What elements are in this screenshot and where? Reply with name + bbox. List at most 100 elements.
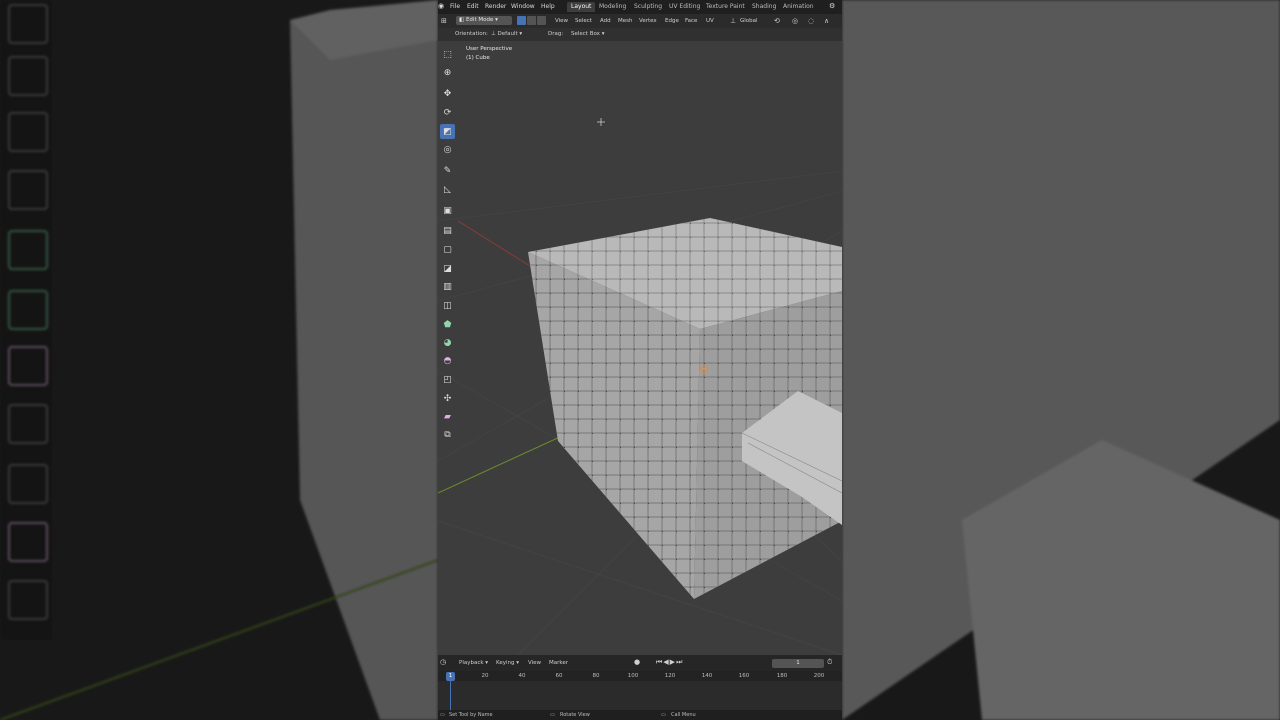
timeline-header: ◷ Playback ▾ Keying ▾ View Marker ● ⏮◀▶⏭… <box>438 655 842 671</box>
ruler-tick: 60 <box>555 673 563 679</box>
spin-tool-icon[interactable]: ◕ <box>440 335 455 350</box>
scale-tool-icon[interactable]: ◩ <box>440 124 455 139</box>
playback-controls-icon[interactable]: ⏮◀▶⏭ <box>656 658 683 667</box>
transform-tool-icon[interactable]: ◎ <box>440 142 455 157</box>
menu-file[interactable]: File <box>450 3 460 10</box>
knife-tool-icon[interactable]: ◫ <box>440 298 455 313</box>
pivot-icon[interactable]: ⟲ <box>774 17 780 25</box>
inset-faces-tool-icon[interactable]: ▢ <box>440 242 455 257</box>
rip-region-tool-icon[interactable]: ⧉ <box>440 427 455 442</box>
mode-dropdown[interactable]: ◧ Edit Mode ▾ <box>456 16 512 25</box>
editor-type-icon[interactable]: ⊞ <box>441 17 447 25</box>
drag-dropdown[interactable]: Select Box ▾ <box>571 31 604 37</box>
blender-logo-icon[interactable]: ◉ <box>438 2 444 10</box>
tab-texture-paint[interactable]: Texture Paint <box>706 3 745 10</box>
cursor-tool-icon[interactable]: ⊕ <box>440 65 455 80</box>
extrude-region-tool-icon[interactable]: ▤ <box>440 223 455 238</box>
smooth-tool-icon[interactable]: ◓ <box>440 353 455 368</box>
record-icon[interactable]: ● <box>634 658 640 666</box>
menu-mesh[interactable]: Mesh <box>618 18 632 24</box>
background-right-blur <box>842 0 1280 720</box>
timeline-menu-keying[interactable]: Keying ▾ <box>496 660 519 666</box>
edge-select-button[interactable] <box>527 16 536 25</box>
tab-shading[interactable]: Shading <box>752 3 776 10</box>
orientation-value: Default <box>497 31 518 37</box>
vertex-select-button[interactable] <box>517 16 526 25</box>
playhead-line[interactable] <box>450 681 451 710</box>
poly-build-tool-icon[interactable]: ⬟ <box>440 317 455 332</box>
mouse-left-icon: ▭ <box>440 712 445 718</box>
timeline-menu-playback[interactable]: Playback ▾ <box>459 660 488 666</box>
ruler-tick: 140 <box>701 673 713 679</box>
menu-view[interactable]: View <box>555 18 568 24</box>
viewport-perspective-label: User Perspective <box>466 46 513 52</box>
ruler-tick: 20 <box>481 673 489 679</box>
face-select-button[interactable] <box>537 16 546 25</box>
viewport-scene[interactable] <box>438 41 842 655</box>
select-box-tool-icon[interactable]: ⬚ <box>440 47 455 62</box>
tab-modeling[interactable]: Modeling <box>599 3 626 10</box>
menu-render[interactable]: Render <box>485 3 506 10</box>
orientation-icon: ⊥ <box>730 17 737 25</box>
orientation-dropdown[interactable]: ⊥ Default ▾ <box>491 31 522 37</box>
menu-edge[interactable]: Edge <box>665 18 679 24</box>
shrink-fatten-tool-icon[interactable]: ✣ <box>440 391 455 406</box>
bg-tool-icon <box>8 522 48 562</box>
bg-tool-icon <box>8 580 48 620</box>
menu-add[interactable]: Add <box>600 18 611 24</box>
snap-icon[interactable]: ◎ <box>792 17 798 25</box>
bevel-tool-icon[interactable]: ◪ <box>440 261 455 276</box>
mouse-right-icon: ▭ <box>661 712 666 718</box>
menu-select[interactable]: Select <box>575 18 592 24</box>
status-hint-3: Call Menu <box>671 712 696 718</box>
bg-tool-icon <box>8 290 48 330</box>
playhead-frame-badge[interactable]: 1 <box>446 672 455 681</box>
bg-tool-icon <box>8 4 48 44</box>
x-axis-line <box>457 220 539 272</box>
timeline-editor-type-icon[interactable]: ◷ <box>440 658 446 666</box>
menu-window[interactable]: Window <box>511 3 535 10</box>
keying-label: Keying <box>496 660 515 666</box>
3d-viewport[interactable]: User Perspective (1) Cube <box>438 41 842 655</box>
menu-face[interactable]: Face <box>685 18 697 24</box>
timeline-menu-marker[interactable]: Marker <box>549 660 568 666</box>
annotate-tool-icon[interactable]: ✎ <box>440 163 455 178</box>
proportional-edit-icon[interactable]: ◌ <box>808 17 814 25</box>
background-toolbar-strip <box>0 0 52 640</box>
shear-tool-icon[interactable]: ▰ <box>440 409 455 424</box>
menu-uv[interactable]: UV <box>706 18 714 24</box>
falloff-icon[interactable]: ∧ <box>824 17 829 25</box>
ruler-tick: 120 <box>664 673 676 679</box>
scene-icon[interactable]: ⚙ <box>829 2 835 10</box>
timer-icon[interactable]: ⏱ <box>827 658 832 667</box>
menu-help[interactable]: Help <box>541 3 555 10</box>
add-cube-tool-icon[interactable]: ▣ <box>440 203 455 218</box>
menu-vertex[interactable]: Vertex <box>639 18 657 24</box>
tab-layout[interactable]: Layout <box>567 2 596 12</box>
background-right-scene <box>842 0 1280 720</box>
transform-orientation-dropdown[interactable]: Global <box>740 18 758 24</box>
edge-slide-tool-icon[interactable]: ◰ <box>440 372 455 387</box>
orientation-label: Orientation: <box>455 31 488 37</box>
bg-tool-icon <box>8 56 48 96</box>
move-tool-icon[interactable]: ✥ <box>440 86 455 101</box>
rotate-tool-icon[interactable]: ⟳ <box>440 105 455 120</box>
loop-cut-tool-icon[interactable]: ▥ <box>440 279 455 294</box>
current-frame-field[interactable]: 1 <box>772 659 824 668</box>
tab-sculpting[interactable]: Sculpting <box>634 3 662 10</box>
bg-tool-icon <box>8 464 48 504</box>
measure-tool-icon[interactable]: ◺ <box>440 182 455 197</box>
mode-label: Edit Mode <box>465 17 494 23</box>
tab-animation[interactable]: Animation <box>783 3 814 10</box>
timeline-ruler[interactable]: 20 40 60 80 100 120 140 160 180 200 <box>438 671 842 681</box>
tool-settings-header: Orientation: ⊥ Default ▾ Drag: Select Bo… <box>438 28 842 41</box>
drag-value: Select Box <box>571 31 600 37</box>
timeline-menu-view[interactable]: View <box>528 660 541 666</box>
menu-edit[interactable]: Edit <box>467 3 479 10</box>
playback-label: Playback <box>459 660 484 666</box>
tab-uv-editing[interactable]: UV Editing <box>669 3 700 10</box>
3d-cursor[interactable] <box>597 118 605 126</box>
ruler-tick: 160 <box>738 673 750 679</box>
bg-tool-icon <box>8 112 48 152</box>
bg-tool-icon <box>8 346 48 386</box>
